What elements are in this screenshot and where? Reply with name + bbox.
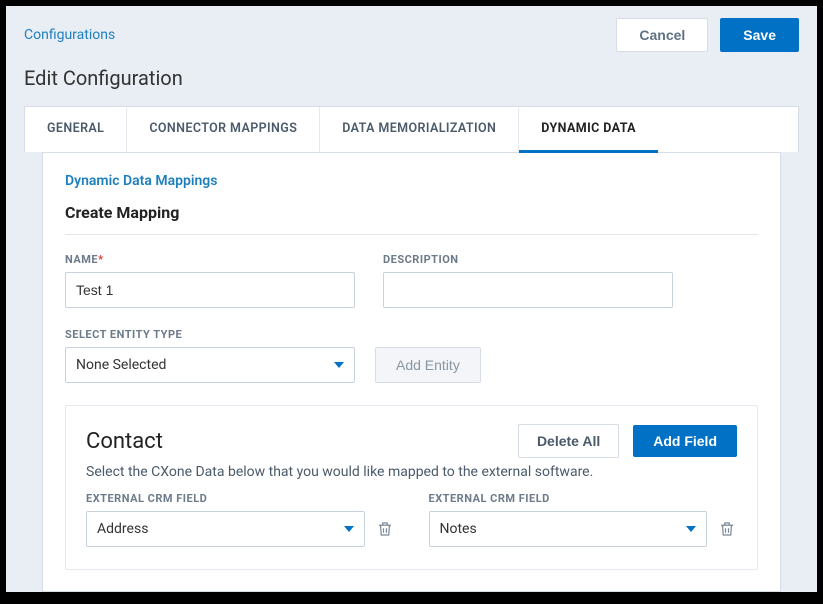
add-field-button[interactable]: Add Field	[633, 425, 737, 457]
trash-icon[interactable]	[717, 519, 737, 539]
breadcrumb-configurations[interactable]: Configurations	[24, 27, 115, 43]
trash-icon[interactable]	[375, 519, 395, 539]
label-select-entity-type: SELECT ENTITY TYPE	[65, 328, 758, 341]
entity-card-contact: Contact Delete All Add Field Select the …	[65, 405, 758, 570]
chevron-down-icon	[344, 526, 354, 532]
label-external-crm-field-1: EXTERNAL CRM FIELD	[86, 492, 395, 505]
label-name: NAME*	[65, 253, 355, 266]
page-title: Edit Configuration	[6, 52, 817, 106]
entity-type-select[interactable]: None Selected	[65, 347, 355, 383]
tab-dynamic-data[interactable]: DYNAMIC DATA	[519, 107, 658, 153]
crm-field-value-1: Address	[97, 521, 148, 537]
heading-create-mapping: Create Mapping	[65, 203, 758, 235]
required-marker: *	[98, 253, 104, 266]
crm-field-value-2: Notes	[440, 521, 477, 537]
panel-dynamic-data: Dynamic Data Mappings Create Mapping NAM…	[42, 152, 781, 592]
cancel-button[interactable]: Cancel	[616, 18, 708, 52]
tab-general[interactable]: GENERAL	[25, 107, 127, 152]
link-dynamic-data-mappings[interactable]: Dynamic Data Mappings	[65, 173, 758, 189]
card-description: Select the CXone Data below that you wou…	[86, 464, 737, 480]
tab-data-memorialization[interactable]: DATA MEMORIALIZATION	[320, 107, 519, 152]
label-name-text: NAME	[65, 253, 98, 266]
tab-connector-mappings[interactable]: CONNECTOR MAPPINGS	[127, 107, 320, 152]
card-title-contact: Contact	[86, 429, 163, 454]
chevron-down-icon	[334, 362, 344, 368]
tab-bar: GENERAL CONNECTOR MAPPINGS DATA MEMORIAL…	[24, 106, 799, 152]
crm-field-select-1[interactable]: Address	[86, 511, 365, 547]
chevron-down-icon	[686, 526, 696, 532]
entity-type-value: None Selected	[76, 357, 166, 373]
delete-all-button[interactable]: Delete All	[518, 424, 619, 458]
name-input[interactable]	[65, 272, 355, 308]
description-input[interactable]	[383, 272, 673, 308]
add-entity-button[interactable]: Add Entity	[375, 347, 481, 383]
save-button[interactable]: Save	[720, 18, 799, 52]
label-external-crm-field-2: EXTERNAL CRM FIELD	[429, 492, 738, 505]
label-description: DESCRIPTION	[383, 253, 673, 266]
crm-field-select-2[interactable]: Notes	[429, 511, 708, 547]
